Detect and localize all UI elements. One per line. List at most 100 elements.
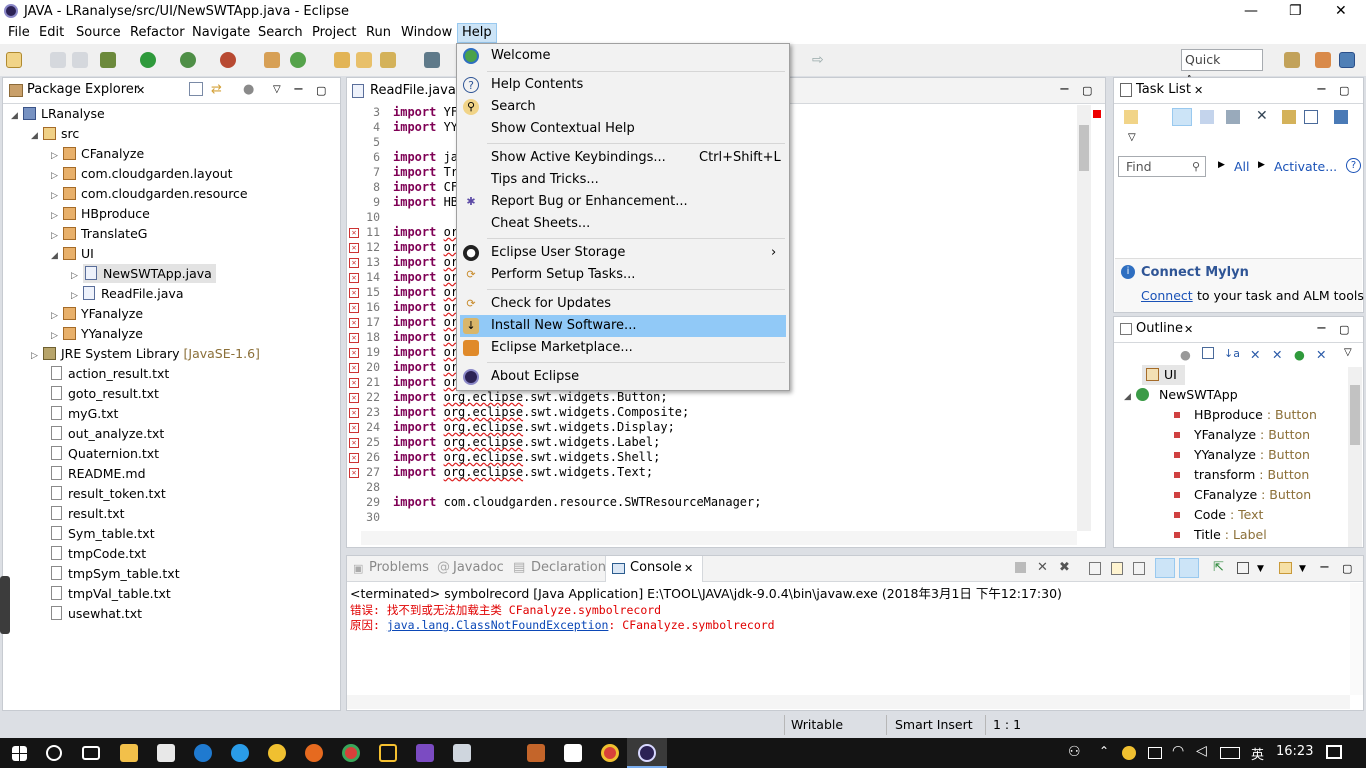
close-tab-icon[interactable]: ✕ <box>1184 323 1193 336</box>
help-icon[interactable]: ? <box>1346 158 1361 173</box>
tree-item-file[interactable]: Quaternion.txt <box>51 444 159 464</box>
mail-icon[interactable] <box>564 744 582 762</box>
menu-refactor[interactable]: Refactor <box>130 25 185 40</box>
menu-item-report-bug[interactable]: ✱ Report Bug or Enhancement... <box>457 191 789 213</box>
notifications-icon[interactable] <box>1326 745 1342 759</box>
outline-item-field[interactable]: CFanalyze : Button <box>1174 485 1311 505</box>
minimize-view-icon[interactable]: − <box>1316 321 1327 336</box>
expand-arrow-icon[interactable]: ◢ <box>11 106 23 126</box>
clear-console-icon[interactable] <box>1089 562 1101 575</box>
minimize-view-icon[interactable]: − <box>293 82 304 97</box>
menu-item-about[interactable]: About Eclipse <box>457 366 789 388</box>
collapse-arrow-icon[interactable]: ▷ <box>51 206 63 226</box>
task-list-tab[interactable]: Task List <box>1136 82 1191 97</box>
error-marker-icon[interactable]: ✕ <box>349 393 359 403</box>
forward-icon[interactable]: ⇨ <box>812 52 828 68</box>
menu-help[interactable]: Help <box>457 23 497 43</box>
status-insert-mode[interactable]: Smart Insert <box>895 717 973 732</box>
menu-navigate[interactable]: Navigate <box>192 25 250 40</box>
run-icon[interactable] <box>140 52 156 68</box>
collapse-arrow-icon[interactable]: ▷ <box>51 166 63 186</box>
maximize-view-icon[interactable]: ▢ <box>316 84 326 97</box>
error-marker-icon[interactable]: ✕ <box>349 288 359 298</box>
outline-item-class[interactable]: ◢ NewSWTApp <box>1124 385 1238 405</box>
error-marker-icon[interactable]: ✕ <box>349 303 359 313</box>
tree-item-src[interactable]: ◢ src <box>31 124 79 144</box>
eclipse-taskbar-button[interactable] <box>627 738 667 768</box>
menu-item-marketplace[interactable]: Eclipse Marketplace... <box>457 337 789 359</box>
tray-battery-icon[interactable] <box>1148 747 1162 759</box>
hide-non-public-icon[interactable]: ● <box>1294 347 1305 362</box>
left-trim-handle[interactable] <box>0 576 10 634</box>
link-editor-icon[interactable]: ⇄ <box>211 82 222 97</box>
error-marker-icon[interactable]: ✕ <box>349 453 359 463</box>
outline-tab[interactable]: Outline <box>1136 321 1183 336</box>
hide-static-icon[interactable]: ✕ <box>1272 347 1282 362</box>
tree-item-package[interactable]: ▷ com.cloudgarden.layout <box>51 164 233 184</box>
tree-item-file[interactable]: result_token.txt <box>51 484 166 504</box>
maximize-view-icon[interactable]: ▢ <box>1342 562 1352 575</box>
error-marker-icon[interactable]: ✕ <box>349 243 359 253</box>
menu-item-contextual-help[interactable]: Show Contextual Help <box>457 118 789 140</box>
tree-item-file[interactable]: out_analyze.txt <box>51 424 164 444</box>
outline-item-field[interactable]: HBproduce : Button <box>1174 405 1317 425</box>
vertical-scrollbar[interactable] <box>1077 105 1091 531</box>
firefox-icon[interactable] <box>305 744 323 762</box>
focus-icon[interactable] <box>1226 110 1240 124</box>
show-stderr-icon[interactable] <box>1179 558 1199 578</box>
show-stdout-icon[interactable] <box>1155 558 1175 578</box>
collapse-all-icon[interactable] <box>1202 347 1214 359</box>
collapse-arrow-icon[interactable]: ▷ <box>51 226 63 246</box>
menu-item-keybindings[interactable]: Show Active Keybindings... Ctrl+Shift+L <box>457 147 789 169</box>
collapse-arrow-icon[interactable]: ▷ <box>51 186 63 206</box>
menu-item-search[interactable]: ⚲ Search <box>457 96 789 118</box>
error-marker-icon[interactable]: ✕ <box>349 423 359 433</box>
error-marker-icon[interactable]: ✕ <box>349 333 359 343</box>
new-icon[interactable] <box>6 52 22 68</box>
maximize-editor-icon[interactable]: ▢ <box>1082 84 1092 97</box>
focus-icon[interactable]: ● <box>243 82 254 97</box>
focus-icon[interactable]: ● <box>1180 347 1191 362</box>
error-marker-icon[interactable]: ✕ <box>349 318 359 328</box>
tree-item-package[interactable]: ◢ UI <box>51 244 94 264</box>
tree-item-file[interactable]: ▷ ReadFile.java <box>71 284 184 304</box>
collapse-all-icon[interactable] <box>1304 110 1318 124</box>
tree-item-library[interactable]: ▷ JRE System Library [JavaSE-1.6] <box>31 344 260 364</box>
terminal-icon[interactable] <box>453 744 471 762</box>
menu-search[interactable]: Search <box>258 25 303 40</box>
tree-item-file[interactable]: README.md <box>51 464 146 484</box>
tray-chevron-icon[interactable]: ⌃ <box>1099 744 1109 758</box>
tree-item-file-selected[interactable]: ▷ NewSWTApp.java <box>71 264 216 284</box>
tree-item-file[interactable]: usewhat.txt <box>51 604 142 624</box>
tree-item-file[interactable]: Sym_table.txt <box>51 524 155 544</box>
collapse-arrow-icon[interactable]: ▷ <box>31 346 43 366</box>
connect-link[interactable]: Connect <box>1141 288 1193 303</box>
menu-item-cheat-sheets[interactable]: Cheat Sheets... <box>457 213 789 235</box>
tree-item-file[interactable]: result.txt <box>51 504 125 524</box>
windows-start-icon[interactable] <box>12 746 27 761</box>
package-explorer-tab[interactable]: Package Explorer <box>27 82 139 97</box>
task-find-input[interactable]: Find ⚲ <box>1118 156 1206 177</box>
close-tab-icon[interactable]: ✕ <box>684 562 693 575</box>
error-marker-icon[interactable]: ✕ <box>349 348 359 358</box>
tray-qq-icon[interactable] <box>1122 746 1136 760</box>
collapse-arrow-icon[interactable]: ▷ <box>51 146 63 166</box>
volume-icon[interactable]: ◁ <box>1196 743 1207 759</box>
tree-item-package[interactable]: ▷ CFanalyze <box>51 144 144 164</box>
open-console-icon[interactable] <box>1279 562 1292 574</box>
hide-fields-icon[interactable]: ✕ <box>1250 347 1260 362</box>
all-link[interactable]: All <box>1234 159 1250 174</box>
remove-all-icon[interactable]: ✖ <box>1059 560 1070 575</box>
minimize-view-icon[interactable]: − <box>1316 82 1327 97</box>
console-hscrollbar[interactable] <box>347 695 1350 709</box>
java-perspective-icon[interactable] <box>1339 52 1355 68</box>
save-icon[interactable] <box>50 52 66 68</box>
collapse-arrow-icon[interactable]: ▷ <box>71 286 83 306</box>
maximize-view-icon[interactable]: ▢ <box>1339 323 1349 336</box>
quick-access-input[interactable]: Quick Access <box>1181 49 1263 87</box>
tree-item-file[interactable]: goto_result.txt <box>51 384 159 404</box>
menu-item-setup-tasks[interactable]: ⟳ Perform Setup Tasks... <box>457 264 789 286</box>
minimize-editor-icon[interactable]: − <box>1059 82 1070 97</box>
tab-declaration[interactable]: Declaration <box>531 560 606 575</box>
dosbox-icon[interactable] <box>527 744 545 762</box>
